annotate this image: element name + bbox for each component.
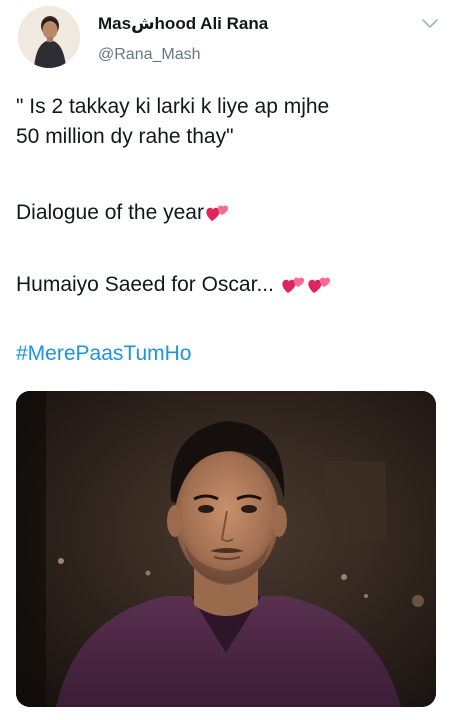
avatar[interactable] — [18, 6, 80, 68]
two-hearts-icon — [280, 273, 306, 295]
chevron-down-icon[interactable] — [420, 16, 440, 32]
tweet-text-line: Dialogue of the year — [16, 198, 436, 228]
tweet-text-line: " Is 2 takkay ki larki k liye ap mjhe — [16, 95, 330, 118]
tweet-text-line: Humaiyo Saeed for Oscar... — [16, 270, 436, 300]
tweet-text: Dialogue of the year — [16, 201, 204, 224]
tweet-text: Humaiyo Saeed for Oscar... — [16, 273, 274, 296]
tweet-text-line: 50 million dy rahe thay" — [16, 125, 234, 148]
display-name[interactable]: Masشhood Ali Rana — [98, 14, 268, 34]
two-hearts-icon — [306, 273, 332, 295]
tweet-media-image[interactable] — [16, 391, 436, 707]
hashtag-link[interactable]: #MerePaasTumHo — [16, 339, 191, 369]
two-hearts-icon — [204, 201, 230, 223]
tweet-card: Masشhood Ali Rana @Rana_Mash " Is 2 takk… — [0, 0, 450, 720]
user-handle[interactable]: @Rana_Mash — [98, 46, 201, 64]
